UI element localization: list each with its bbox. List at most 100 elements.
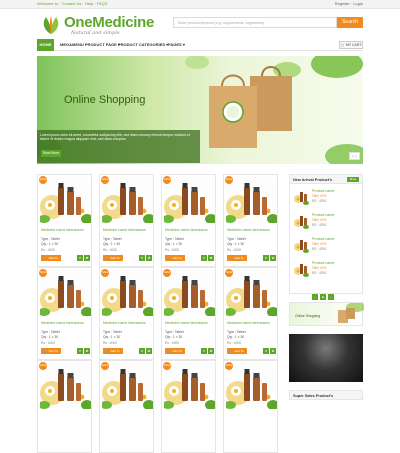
compare-icon[interactable]: ⇄: [270, 348, 276, 354]
product-image[interactable]: [38, 177, 93, 224]
new-arrival-name[interactable]: Product name: [312, 213, 334, 217]
search-input[interactable]: Enter product keyword (e.g. supplements,…: [173, 17, 337, 28]
main-nav: HOME MEGAMENU PRODUCT PAGE ▾ PRODUCT CAT…: [37, 39, 363, 51]
product-name[interactable]: Medicine name farensarea: [227, 228, 270, 232]
nav-megamenu[interactable]: MEGAMENU PRODUCT PAGE ▾: [60, 42, 120, 47]
sale-badge: SALE: [163, 362, 171, 370]
add-to-cart-button[interactable]: 🛒 Add To Cart: [165, 255, 185, 266]
wishlist-icon[interactable]: ♥: [139, 348, 145, 354]
product-image[interactable]: [100, 363, 155, 410]
widget-pager[interactable]: ‹ ■ ›: [312, 285, 342, 300]
add-to-cart-button[interactable]: 🛒 Add To Cart: [103, 255, 123, 266]
product-image[interactable]: [224, 270, 279, 317]
concert-banner-image[interactable]: [289, 334, 363, 382]
nav-pages[interactable]: PAGES ▾: [168, 42, 185, 47]
product-image[interactable]: [38, 363, 93, 410]
product-card[interactable]: SALE Medicine name farensarea Type : Tab…: [223, 267, 279, 360]
product-name[interactable]: Medicine name farensarea: [41, 228, 84, 232]
add-to-cart-button[interactable]: 🛒 Add To Cart: [103, 348, 123, 359]
hero-slider[interactable]: Online Shopping Lorem ipsum dolor sit am…: [37, 56, 363, 164]
compare-icon[interactable]: ⇄: [146, 255, 152, 261]
read-more-button[interactable]: Read More: [41, 150, 61, 157]
cart-button[interactable]: 🛒 MY CART: [339, 41, 363, 49]
product-name[interactable]: Medicine name farensarea: [41, 321, 84, 325]
product-price: Rs : 4000: [227, 341, 242, 345]
slider-pager[interactable]: ▯ ▯: [349, 152, 360, 160]
compare-icon[interactable]: ⇄: [146, 348, 152, 354]
product-image[interactable]: [38, 270, 93, 317]
product-card[interactable]: SALE Medicine name farensarea Type : Tab…: [37, 267, 93, 360]
compare-icon[interactable]: ⇄: [84, 255, 90, 261]
add-to-cart-button[interactable]: 🛒 Add To Cart: [165, 348, 185, 359]
product-card[interactable]: SALE Medicine name farensarea Type : Tab…: [37, 174, 93, 267]
compare-icon[interactable]: ⇄: [270, 255, 276, 261]
nav-megamenu-label: MEGAMENU PRODUCT PAGE: [60, 42, 117, 47]
pause-icon: ■: [320, 294, 326, 300]
product-card[interactable]: SALE Medicine name farensarea Type : Tab…: [223, 174, 279, 267]
new-arrival-name[interactable]: Product name: [312, 261, 334, 265]
search-button[interactable]: Search: [337, 17, 363, 28]
product-name[interactable]: Medicine name farensarea: [165, 228, 208, 232]
product-name[interactable]: Medicine name farensarea: [227, 321, 270, 325]
product-price: Rs : 4000: [165, 341, 180, 345]
add-to-cart-button[interactable]: 🛒 Add To Cart: [227, 348, 247, 359]
wishlist-icon[interactable]: ♥: [139, 255, 145, 261]
wishlist-icon[interactable]: ♥: [201, 255, 207, 261]
add-to-cart-button[interactable]: 🛒 Add To Cart: [227, 255, 247, 266]
product-image[interactable]: [162, 270, 217, 317]
add-to-cart-label: Add To Cart: [48, 349, 58, 359]
product-qty: Qty : 1 × 30: [41, 335, 59, 339]
product-qty: Qty : 1 × 30: [165, 335, 183, 339]
product-card[interactable]: SALE Medicine name farensarea Type : Tab…: [99, 267, 155, 360]
product-image[interactable]: [100, 270, 155, 317]
wishlist-icon[interactable]: ♥: [77, 348, 83, 354]
sale-badge: SALE: [101, 362, 109, 370]
product-image[interactable]: [162, 177, 217, 224]
compare-icon[interactable]: ⇄: [84, 348, 90, 354]
new-arrival-price: RS : 4000: [312, 247, 327, 251]
compare-icon[interactable]: ⇄: [208, 348, 214, 354]
add-to-cart-button[interactable]: 🛒 Add To Cart: [41, 255, 61, 266]
product-price: Rs : 4000: [41, 248, 56, 252]
compare-icon[interactable]: ⇄: [208, 255, 214, 261]
new-arrival-item[interactable]: Product name Offer 40% RS : 4000: [293, 236, 361, 256]
product-card[interactable]: SALE: [223, 360, 279, 453]
sale-badge: SALE: [39, 176, 47, 184]
new-arrival-name[interactable]: Product name: [312, 189, 334, 193]
new-arrival-item[interactable]: Product name Offer 40% RS : 4000: [293, 212, 361, 232]
product-card[interactable]: SALE: [161, 360, 217, 453]
nav-home[interactable]: HOME: [37, 39, 54, 51]
site-logo[interactable]: OneMedicine Natural and simple: [40, 14, 160, 36]
product-card[interactable]: SALE Medicine name farensarea Type : Tab…: [99, 174, 155, 267]
hero-caption: Lorem ipsum dolor sit amet, consetetur s…: [40, 133, 190, 141]
product-name[interactable]: Medicine name farensarea: [103, 321, 146, 325]
leaf-decoration-icon: [311, 56, 363, 78]
product-qty: Qty : 1 × 30: [227, 335, 245, 339]
product-image[interactable]: [100, 177, 155, 224]
online-shopping-banner[interactable]: Online Shopping: [289, 302, 366, 326]
new-arrival-widget: New Arrival Product's More Product name …: [289, 174, 363, 300]
product-card[interactable]: SALE: [99, 360, 155, 453]
hero-title: Online Shopping: [64, 94, 146, 106]
product-price: Rs : 4000: [103, 341, 118, 345]
new-arrival-name[interactable]: Product name: [312, 237, 334, 241]
add-to-cart-button[interactable]: 🛒 Add To Cart: [41, 348, 61, 359]
product-card[interactable]: SALE Medicine name farensarea Type : Tab…: [161, 174, 217, 267]
wishlist-icon[interactable]: ♥: [77, 255, 83, 261]
product-card[interactable]: SALE Medicine name farensarea Type : Tab…: [161, 267, 217, 360]
product-card[interactable]: SALE: [37, 360, 93, 453]
wishlist-icon[interactable]: ♥: [263, 255, 269, 261]
nav-categories[interactable]: PRODUCT CATEGORIES ▾: [118, 42, 168, 47]
new-arrival-item[interactable]: Product name Offer 40% RS : 4000: [293, 188, 361, 208]
more-button[interactable]: More: [347, 177, 359, 182]
account-links[interactable]: Register · Login: [335, 1, 363, 6]
product-name[interactable]: Medicine name farensarea: [165, 321, 208, 325]
wishlist-icon[interactable]: ♥: [201, 348, 207, 354]
top-links[interactable]: Welcome to · Contact Us · Help · FAQS: [37, 1, 107, 6]
product-image[interactable]: [224, 363, 279, 410]
new-arrival-item[interactable]: Product name Offer 40% RS : 4000: [293, 260, 361, 280]
wishlist-icon[interactable]: ♥: [263, 348, 269, 354]
product-image[interactable]: [224, 177, 279, 224]
product-image[interactable]: [162, 363, 217, 410]
product-name[interactable]: Medicine name farensarea: [103, 228, 146, 232]
